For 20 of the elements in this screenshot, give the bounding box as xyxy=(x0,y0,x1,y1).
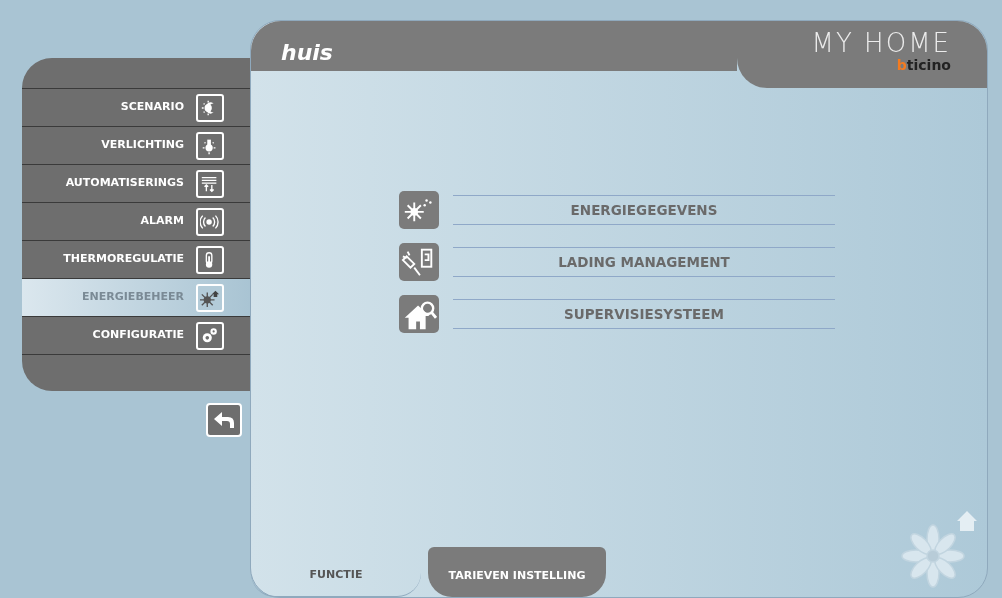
logo-text: MY HOME xyxy=(811,29,951,57)
menu-option[interactable]: SUPERVISIESYSTEEM xyxy=(453,299,835,329)
page-title: huis xyxy=(281,39,333,67)
back-button[interactable] xyxy=(206,403,242,437)
menu-option[interactable]: LADING MANAGEMENT xyxy=(453,247,835,277)
thermometer-icon xyxy=(196,245,224,274)
brand-text: bticino xyxy=(896,57,951,73)
gears-icon xyxy=(196,321,224,350)
alarm-signal-icon xyxy=(196,207,224,236)
light-bulb-icon xyxy=(196,131,224,160)
tab[interactable]: FUNCTIE xyxy=(251,547,421,597)
plug-meter-icon xyxy=(399,243,439,281)
tab[interactable]: TARIEVEN INSTELLING xyxy=(428,547,606,597)
flower-house-icon xyxy=(899,509,979,589)
house-magnifier-icon xyxy=(399,295,439,333)
shutter-arrows-icon xyxy=(196,169,224,198)
menu-option[interactable]: ENERGIEGEGEVENS xyxy=(453,195,835,225)
gear-house-icon xyxy=(196,283,224,312)
sun-moon-icon xyxy=(196,93,224,122)
back-arrow-icon xyxy=(213,411,235,429)
